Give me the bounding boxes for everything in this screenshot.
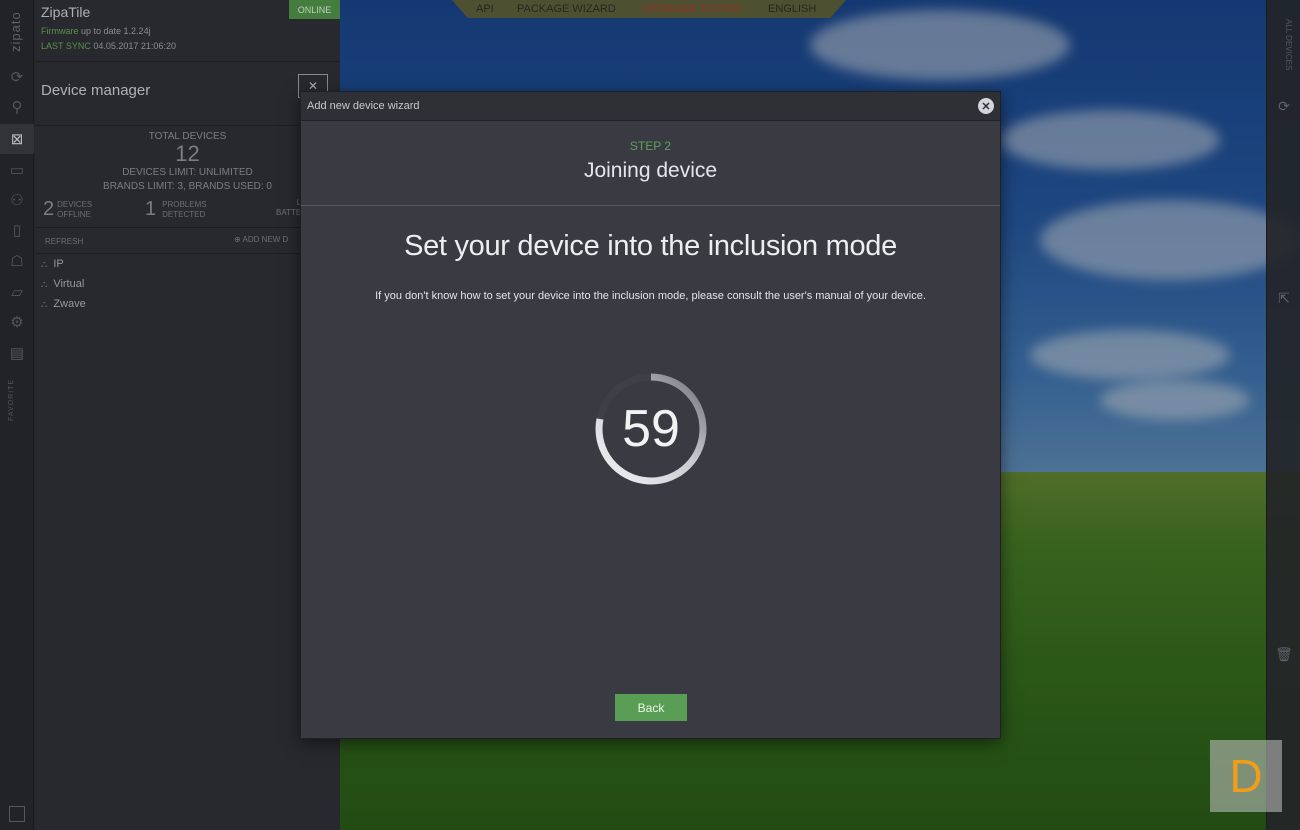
step-header: STEP 2 Joining device: [301, 121, 1000, 206]
corner-logo-badge: D: [1210, 740, 1282, 812]
countdown-value: 59: [622, 400, 680, 458]
instruction-text: If you don't know how to set your device…: [375, 290, 926, 302]
dialog-header: Add new device wizard ✕: [301, 92, 1000, 121]
badge-letter: D: [1229, 750, 1263, 802]
step-label: STEP 2: [629, 139, 672, 153]
step-title: Joining device: [583, 159, 718, 182]
back-button[interactable]: Back: [615, 694, 687, 721]
instruction-heading: Set your device into the inclusion mode: [404, 230, 897, 262]
countdown-timer: 59: [593, 371, 709, 487]
add-device-wizard-dialog: Add new device wizard ✕ STEP 2 Joining d…: [300, 91, 1001, 739]
dialog-title: Add new device wizard: [307, 100, 420, 112]
close-icon[interactable]: ✕: [978, 98, 994, 114]
dialog-body: Set your device into the inclusion mode …: [301, 230, 1000, 302]
